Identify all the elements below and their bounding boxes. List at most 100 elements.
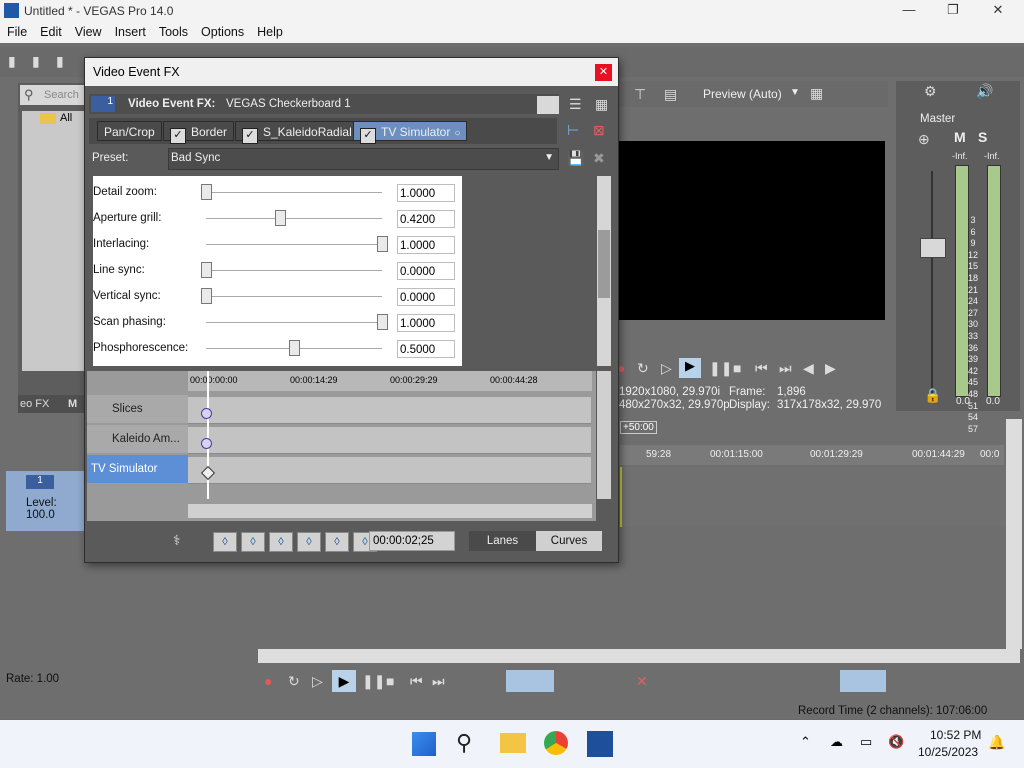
solo-button[interactable]: S — [978, 129, 987, 145]
view-list-icon[interactable]: ☰ — [569, 96, 582, 113]
master-fader[interactable] — [920, 238, 946, 258]
next-keyframe-icon[interactable]: ◊ — [269, 532, 293, 552]
param-value-field[interactable]: 0.0000 — [397, 262, 455, 280]
lane-label-kaleido[interactable]: Kaleido Am... — [87, 425, 188, 453]
close-icon[interactable]: ✕ — [595, 64, 612, 81]
video-track-header[interactable]: 1 Level: 100.0 — [6, 471, 84, 531]
plugin-chain-icon[interactable]: ⊢ — [567, 122, 579, 139]
timeline-ruler[interactable]: 59:28 00:01:15:00 00:01:29:29 00:01:44:2… — [620, 445, 1004, 465]
keyframe-vscrollbar[interactable] — [597, 371, 611, 499]
tab-media[interactable]: M — [68, 398, 77, 410]
param-slider-track[interactable] — [206, 322, 382, 323]
prev-icon[interactable]: ⏮ — [410, 673, 423, 690]
keyframe-lane[interactable] — [188, 397, 591, 424]
fx-chain-tv-simulator[interactable]: ✓ TV Simulator ○ — [353, 121, 468, 144]
menu-view[interactable]: View — [68, 22, 108, 39]
checkbox-icon[interactable]: ✓ — [360, 128, 376, 144]
explorer-tree[interactable]: All — [22, 111, 84, 371]
param-slider-track[interactable] — [206, 296, 382, 297]
close-window-icon[interactable]: ✕ — [978, 2, 1018, 18]
stop-icon[interactable]: ■ — [733, 360, 741, 376]
explorer-search-box[interactable]: ⚲ Search — [20, 85, 84, 105]
clock-date[interactable]: 10/25/2023 — [918, 745, 978, 759]
checkbox-icon[interactable]: ✓ — [242, 128, 258, 144]
vegas-taskbar-icon[interactable] — [587, 731, 613, 757]
record-icon[interactable]: ● — [264, 673, 272, 689]
normal-edit-tool[interactable] — [506, 670, 554, 692]
play-icon[interactable]: ▶ — [679, 358, 701, 378]
open-icon[interactable]: ▮ — [32, 53, 40, 70]
split-screen-icon[interactable]: ⊤ — [634, 86, 646, 103]
loop-icon[interactable]: ↻ — [637, 360, 649, 377]
play-icon[interactable]: ▶ — [332, 670, 356, 692]
tree-root-label[interactable]: All — [60, 112, 72, 124]
params-scroll-thumb[interactable] — [598, 230, 610, 298]
keyframe-marker[interactable] — [201, 408, 212, 419]
save-icon[interactable]: ▮ — [56, 53, 64, 70]
prev-keyframe-icon[interactable]: ◊ — [241, 532, 265, 552]
pause-icon[interactable]: ❚❚ — [362, 673, 385, 690]
pause-icon[interactable]: ❚❚ — [709, 360, 732, 377]
menu-edit[interactable]: Edit — [33, 22, 68, 39]
menu-file[interactable]: File — [0, 22, 33, 39]
checkbox-icon[interactable]: ✓ — [170, 128, 186, 144]
keyframe-lane[interactable] — [188, 457, 591, 484]
stop-icon[interactable]: ■ — [386, 673, 394, 689]
menu-insert[interactable]: Insert — [108, 22, 152, 39]
play-from-start-icon[interactable]: ▷ — [312, 673, 323, 690]
grid-icon[interactable]: ▦ — [810, 85, 823, 102]
next-frame-icon[interactable]: ▶ — [825, 360, 836, 377]
menu-options[interactable]: Options — [194, 22, 250, 39]
new-icon[interactable]: ▮ — [8, 53, 16, 70]
preset-dropdown[interactable]: Bad Sync ▼ — [168, 148, 559, 170]
add-keyframe-icon[interactable]: ◊ — [325, 532, 349, 552]
tab-video-fx[interactable]: eo FX — [20, 398, 49, 410]
onedrive-icon[interactable]: ☁ — [830, 734, 843, 750]
clock-time[interactable]: 10:52 PM — [930, 728, 981, 742]
last-keyframe-icon[interactable]: ◊ — [297, 532, 321, 552]
timeline-track-area[interactable] — [620, 467, 1006, 527]
speaker-muted-icon[interactable]: 🔇 — [888, 734, 904, 750]
param-slider-track[interactable] — [206, 244, 382, 245]
keyframe-time-field[interactable]: 00:00:02;25 — [369, 531, 455, 551]
fx-chain-s-kaleidoradial[interactable]: ✓ S_KaleidoRadial — [235, 121, 359, 144]
param-slider-thumb[interactable] — [377, 236, 388, 252]
param-slider-track[interactable] — [206, 192, 382, 193]
param-slider-thumb[interactable] — [201, 184, 212, 200]
param-value-field[interactable]: 0.4200 — [397, 210, 455, 228]
save-preset-icon[interactable]: 💾 — [567, 150, 584, 167]
play-from-start-icon[interactable]: ▷ — [661, 360, 672, 377]
param-slider-track[interactable] — [206, 270, 382, 271]
next-icon[interactable]: ⏭ — [779, 360, 792, 377]
remove-plugin-icon[interactable]: ⊠ — [593, 122, 605, 139]
param-slider-track[interactable] — [206, 218, 382, 219]
fx-chain-border[interactable]: ✓ Border — [163, 121, 235, 144]
next-icon[interactable]: ⏭ — [432, 673, 445, 690]
menu-tools[interactable]: Tools — [152, 22, 194, 39]
overlay-icon[interactable]: ▤ — [664, 86, 677, 103]
restore-icon[interactable]: ❐ — [933, 2, 973, 18]
chevron-down-icon[interactable]: ▼ — [790, 87, 800, 98]
notification-icon[interactable]: 🔔 — [988, 734, 1005, 751]
sync-cursor-icon[interactable]: ⚕ — [173, 532, 181, 549]
minimize-icon[interactable]: — — [889, 2, 929, 17]
loop-icon[interactable]: ↻ — [288, 673, 300, 690]
param-value-field[interactable]: 1.0000 — [397, 314, 455, 332]
param-value-field[interactable]: 1.0000 — [397, 184, 455, 202]
mixer-settings-icon[interactable]: ⚙ — [924, 83, 937, 100]
speaker-icon[interactable]: 🔊 — [976, 83, 993, 100]
snapping-toggle[interactable] — [840, 670, 886, 692]
file-explorer-icon[interactable] — [500, 733, 526, 753]
prev-frame-icon[interactable]: ◀ — [803, 360, 814, 377]
view-details-icon[interactable] — [537, 96, 559, 114]
menu-help[interactable]: Help — [250, 22, 289, 39]
params-scrollbar[interactable] — [597, 176, 611, 366]
param-value-field[interactable]: 0.5000 — [397, 340, 455, 358]
timeline-hscrollbar[interactable] — [258, 649, 1020, 663]
param-slider-thumb[interactable] — [201, 288, 212, 304]
insert-fx-icon[interactable]: ⊕ — [918, 131, 930, 148]
display-icon[interactable]: ▭ — [860, 734, 872, 750]
delete-icon[interactable]: ✕ — [636, 673, 648, 690]
chevron-up-icon[interactable]: ⌃ — [800, 734, 811, 750]
param-slider-thumb[interactable] — [274, 210, 286, 226]
